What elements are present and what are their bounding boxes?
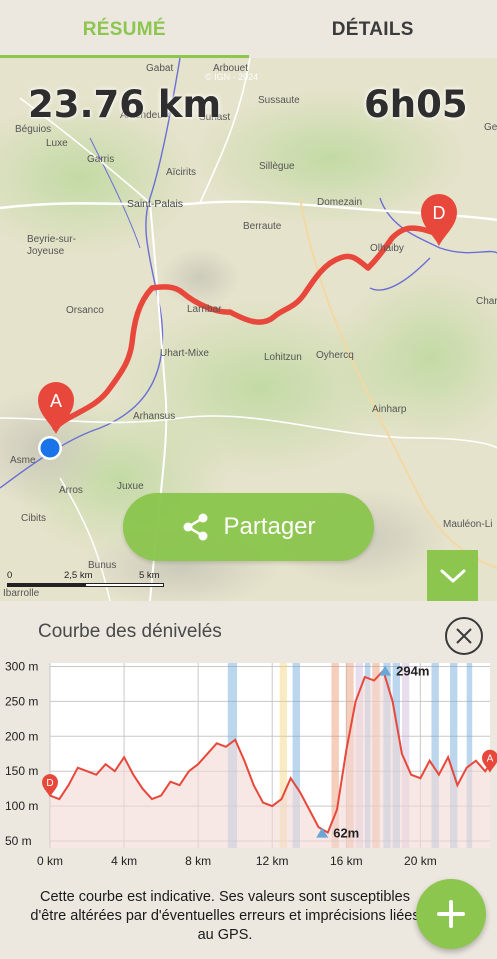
end-marker-label: D <box>433 203 446 223</box>
max-elevation-label: 294m <box>396 664 429 679</box>
duration-value: 6h05 <box>364 83 468 126</box>
place-label: Olhaiby <box>370 243 404 254</box>
map-scale: 0 2,5 km 5 km <box>7 570 167 592</box>
place-label: Gabat <box>146 63 174 74</box>
scale-label-mid: 2,5 km <box>64 570 93 581</box>
route-map[interactable]: Gabat Arbouet Amendeuix Sussaute Béguios… <box>0 58 497 601</box>
plus-icon <box>437 900 465 928</box>
add-button[interactable] <box>416 879 486 949</box>
place-label: Oyhercq <box>316 350 354 361</box>
elevation-panel: Courbe des dénivelés 50 m 100 m 150 m 200 m… <box>0 601 497 959</box>
chevron-down-icon <box>440 569 465 582</box>
current-location-dot <box>38 436 62 460</box>
y-tick-label: 50 m <box>5 834 32 848</box>
collapse-map-button[interactable] <box>427 550 478 601</box>
share-button-label: Partager <box>223 513 316 540</box>
place-label: Arhansus <box>133 411 176 422</box>
place-label: Saint-Palais <box>127 198 184 210</box>
panel-title: Courbe des dénivelés <box>38 621 222 642</box>
place-label: Cibits <box>21 513 47 524</box>
x-tick-label: 0 km <box>37 854 63 868</box>
place-label: Ge <box>484 122 497 133</box>
y-tick-label: 300 m <box>5 659 38 673</box>
place-label: Arros <box>59 485 83 496</box>
tab-details[interactable]: DÉTAILS <box>249 0 497 58</box>
tab-bar: RÉSUMÉ DÉTAILS <box>0 0 497 58</box>
y-tick-label: 250 m <box>5 694 38 708</box>
start-marker[interactable]: A <box>36 380 76 435</box>
place-label: Sussaute <box>258 95 300 106</box>
place-label: Uhart-Mixe <box>160 348 209 359</box>
elevation-chart[interactable]: 50 m 100 m 150 m 200 m 250 m 300 m 0 km 4 km 8 … <box>0 658 497 873</box>
place-label: Ainharp <box>372 404 407 415</box>
place-label: Sillègue <box>259 161 295 172</box>
share-icon <box>183 513 208 541</box>
x-tick-label: 12 km <box>256 854 289 868</box>
place-label: Mauléon-Li <box>443 519 493 530</box>
x-tick-label: 8 km <box>185 854 211 868</box>
scale-label-0: 0 <box>7 570 13 581</box>
y-tick-label: 150 m <box>5 764 38 778</box>
min-elevation-label: 62m <box>333 826 359 841</box>
close-icon <box>456 628 472 644</box>
place-label: Beyrie-sur-Joyeuse <box>27 234 76 257</box>
tab-resume[interactable]: RÉSUMÉ <box>0 0 249 58</box>
x-tick-label: 4 km <box>111 854 137 868</box>
profile-marker-label: D <box>46 778 53 789</box>
place-label: Orsanco <box>66 305 104 316</box>
place-label: Asme <box>10 455 36 466</box>
start-marker-label: A <box>50 391 62 411</box>
place-label: Juxue <box>117 481 144 492</box>
place-label: Aïcirits <box>166 167 196 178</box>
x-tick-label: 20 km <box>404 854 437 868</box>
profile-marker-label: A <box>487 754 494 765</box>
close-button[interactable] <box>445 617 483 655</box>
y-tick-label: 100 m <box>5 799 38 813</box>
share-button[interactable]: Partager <box>123 493 374 561</box>
place-label: Garris <box>87 154 115 165</box>
place-label: Lohitzun <box>264 352 302 363</box>
place-label: Berraute <box>243 221 282 232</box>
distance-value: 23.76 km <box>28 83 222 126</box>
place-label: Larribar <box>187 304 222 315</box>
place-label: Domezain <box>317 197 363 208</box>
place-label: Charr <box>476 296 497 307</box>
map-attribution: © IGN - 2024 <box>205 72 259 82</box>
x-tick-label: 16 km <box>330 854 363 868</box>
end-marker[interactable]: D <box>419 192 459 247</box>
scale-label-max: 5 km <box>139 570 160 581</box>
place-label: Luxe <box>46 138 68 149</box>
disclaimer-note: Cette courbe est indicative. Ses valeurs… <box>30 889 420 943</box>
y-tick-label: 200 m <box>5 729 38 743</box>
